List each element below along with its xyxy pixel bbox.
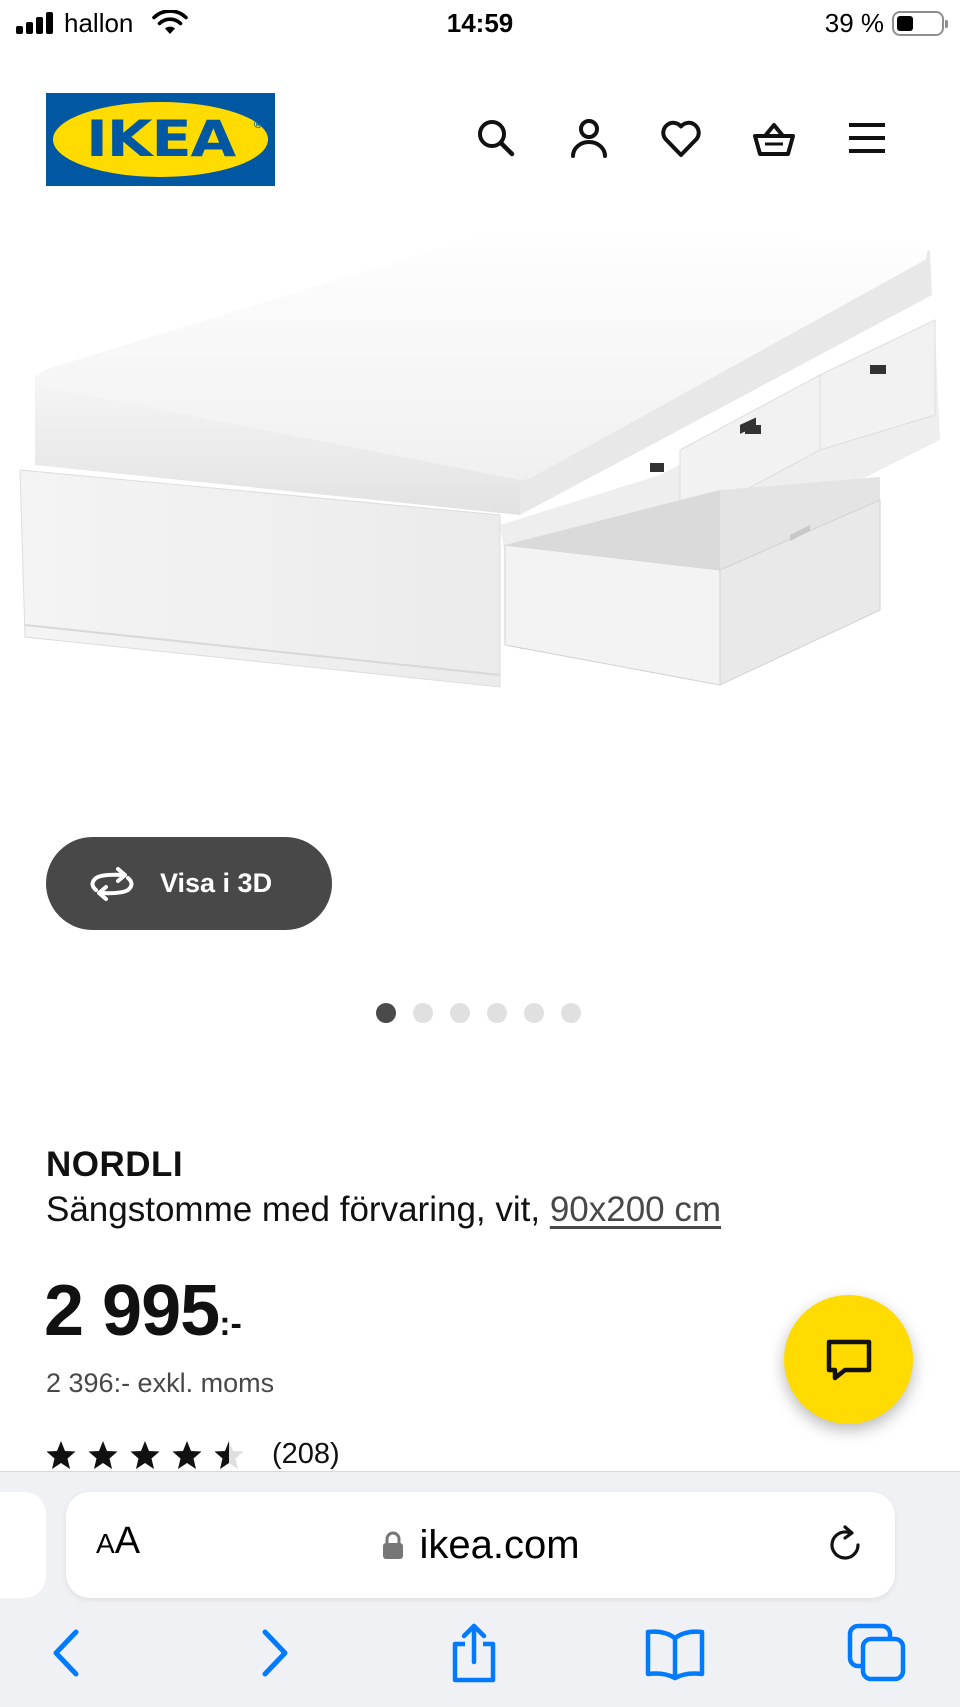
- price-suffix: :-: [219, 1305, 242, 1343]
- carousel-dot[interactable]: [450, 1003, 470, 1023]
- price-value: 2 995: [44, 1271, 220, 1351]
- chat-button[interactable]: [784, 1295, 913, 1424]
- tabs-icon[interactable]: [843, 1619, 911, 1687]
- star-icon: [214, 1441, 244, 1469]
- product-description: Sängstomme med förvaring, vit, 90x200 cm: [46, 1190, 721, 1230]
- search-icon[interactable]: [470, 112, 522, 164]
- battery-percentage: 39 %: [824, 8, 884, 38]
- carousel-dot[interactable]: [524, 1003, 544, 1023]
- share-icon[interactable]: [440, 1619, 508, 1687]
- view-3d-label: Visa i 3D: [160, 868, 273, 898]
- review-count: (208): [272, 1438, 340, 1470]
- view-3d-button[interactable]: Visa i 3D: [46, 837, 332, 930]
- star-icon: [130, 1441, 160, 1469]
- carousel-dot[interactable]: [413, 1003, 433, 1023]
- logo-registered-mark: ®: [253, 119, 262, 131]
- rotate-3d-icon: [90, 866, 134, 901]
- star-icon: [172, 1441, 202, 1469]
- product-name: NORDLI: [46, 1145, 184, 1184]
- carousel-dot[interactable]: [376, 1003, 396, 1023]
- carousel-dot[interactable]: [487, 1003, 507, 1023]
- size-link[interactable]: 90x200 cm: [550, 1190, 721, 1229]
- forward-icon[interactable]: [240, 1619, 308, 1687]
- star-icon: [88, 1441, 118, 1469]
- address-bar[interactable]: AA ikea.com: [66, 1492, 895, 1598]
- product-price: 2 995:-: [44, 1270, 242, 1352]
- previous-tab-preview[interactable]: [0, 1492, 46, 1598]
- hamburger-menu-icon[interactable]: [841, 112, 893, 164]
- url-text: ikea.com: [419, 1522, 580, 1567]
- price-excl-vat: 2 396:- exkl. moms: [46, 1368, 275, 1398]
- chat-bubble-icon: [826, 1339, 871, 1380]
- carousel-dot[interactable]: [561, 1003, 581, 1023]
- back-icon[interactable]: [33, 1619, 101, 1687]
- battery-icon: [892, 11, 948, 36]
- logo-text: IKEA: [86, 110, 236, 168]
- heart-icon[interactable]: [655, 112, 707, 164]
- reload-icon[interactable]: [825, 1525, 865, 1565]
- user-icon[interactable]: [563, 112, 615, 164]
- status-bar: hallon 14:59 39 %: [0, 0, 960, 50]
- ikea-logo[interactable]: IKEA ®: [46, 93, 275, 186]
- status-time: 14:59: [446, 8, 514, 38]
- battery-level: [897, 16, 913, 31]
- lock-icon: [383, 1531, 404, 1559]
- rating-stars: [46, 1440, 256, 1470]
- bookmarks-icon[interactable]: [641, 1619, 709, 1687]
- product-type-text: Sängstomme med förvaring, vit,: [46, 1190, 550, 1229]
- star-icon: [46, 1441, 76, 1469]
- product-image[interactable]: [0, 225, 960, 765]
- shopping-basket-icon[interactable]: [748, 112, 800, 164]
